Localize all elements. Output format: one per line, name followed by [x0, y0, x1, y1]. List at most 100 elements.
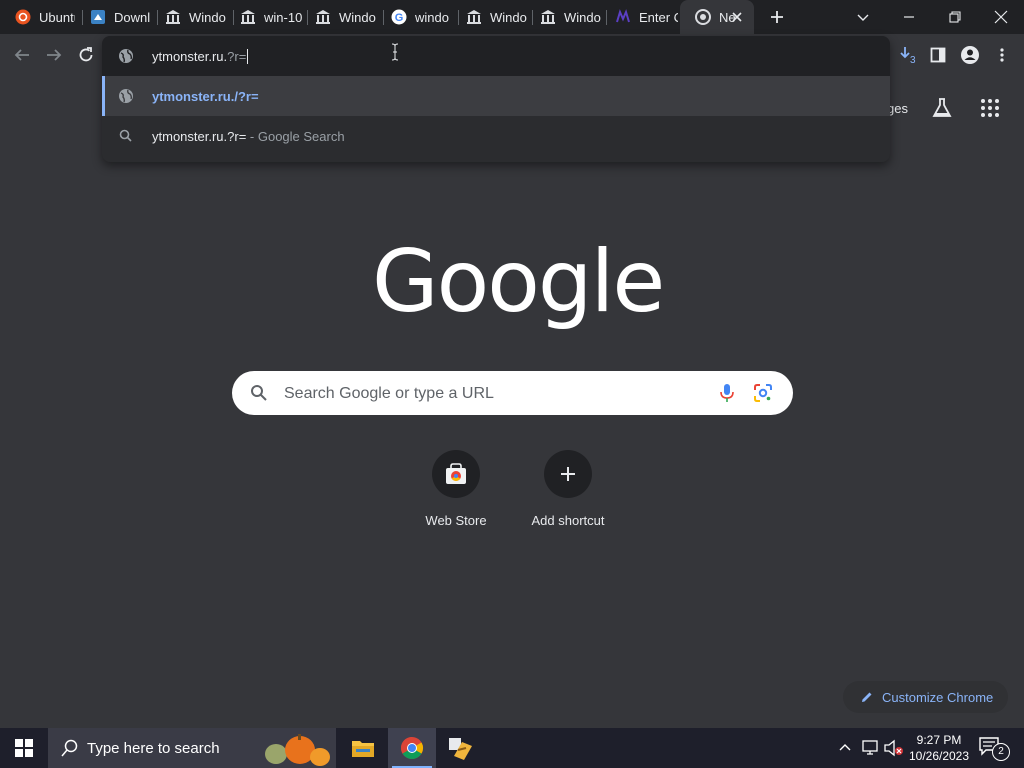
search-icon [119, 129, 132, 142]
text-caret [247, 48, 249, 64]
chrome-icon [695, 9, 711, 25]
download-page-icon [90, 9, 106, 25]
omnibox-suggestion-url[interactable]: ytmonster.ru./?r= [102, 76, 890, 116]
taskbar-app-3[interactable] [437, 728, 485, 768]
tab-title: Downl [114, 9, 151, 25]
ntp-search-box[interactable] [232, 371, 793, 415]
tab-ubuntu[interactable]: Ubuntu [0, 0, 75, 34]
minimize-button[interactable] [886, 0, 932, 34]
globe-icon [119, 89, 133, 103]
museum-icon [165, 9, 181, 25]
close-window-button[interactable] [978, 0, 1024, 34]
side-panel-icon [930, 47, 946, 63]
volume-button[interactable] [884, 739, 904, 757]
show-hidden-icons-button[interactable] [838, 740, 854, 756]
museum-icon [240, 9, 256, 25]
svg-text:G: G [395, 12, 404, 24]
suggestion-search-text: ytmonster.ru.?r= - Google Search [152, 129, 345, 144]
images-link[interactable]: ges [887, 101, 908, 116]
pencil-icon [862, 692, 872, 702]
volume-muted-icon [884, 739, 903, 757]
tab-windows-3[interactable]: Windo [451, 0, 529, 34]
omnibox-typed: ytmonster.ru. [152, 48, 228, 64]
web-store-icon [446, 463, 466, 484]
notification-center-button[interactable]: 2 [978, 736, 1010, 761]
tab-close-icon[interactable] [729, 9, 745, 25]
tab-title: Windo [490, 9, 527, 25]
tab-win10[interactable]: win-10 [225, 0, 303, 34]
profile-button[interactable] [954, 39, 986, 71]
microphone-icon[interactable] [718, 383, 736, 403]
search-query: ytmonster.ru.?r= [152, 128, 247, 144]
omnibox-input-row[interactable]: ytmonster.ru.?r= [102, 36, 890, 76]
lens-icon[interactable] [753, 383, 773, 403]
taskbar-file-explorer[interactable] [339, 728, 387, 768]
tab-title: Windo [339, 9, 376, 25]
tab-google-search[interactable]: G windo [376, 0, 454, 34]
taskbar: Type here to search 9:27 PM 10/26/2023 2 [0, 728, 1024, 768]
clock-time: 9:27 PM [916, 733, 962, 747]
tab-search-button[interactable] [840, 0, 886, 34]
ntp-search-input[interactable] [282, 381, 706, 407]
downloads-button[interactable]: 3 [892, 39, 924, 71]
suggestion-url-text: ytmonster.ru./?r= [152, 88, 259, 104]
ubuntu-icon [15, 9, 31, 25]
network-button[interactable] [862, 740, 880, 756]
labs-button[interactable] [928, 94, 956, 122]
omnibox-text[interactable]: ytmonster.ru.?r= [152, 48, 249, 64]
tab-enter[interactable]: Enter C [600, 0, 678, 34]
google-logo: Google [372, 232, 665, 332]
taskbar-search-box[interactable]: Type here to search [48, 728, 336, 768]
search-icon [61, 739, 78, 757]
chevron-up-icon [839, 744, 851, 751]
plus-icon [771, 11, 783, 23]
arrow-left-icon [14, 49, 29, 61]
minimize-icon [904, 16, 914, 18]
close-icon [994, 10, 1008, 24]
omnibox-suggestion-search[interactable]: ytmonster.ru.?r= - Google Search [102, 116, 890, 156]
tab-new-tab-active[interactable]: Ne [680, 0, 754, 34]
tab-strip: Ubuntu Downl Windo win-10 Windo G windo … [0, 0, 1024, 34]
omnibox-inline-autocomplete: ?r= [227, 48, 247, 64]
downloads-badge: 3 [910, 55, 916, 66]
shortcut-add[interactable]: Add shortcut [512, 448, 624, 538]
side-panel-button[interactable] [922, 39, 954, 71]
new-tab-button[interactable] [754, 0, 800, 34]
menu-button[interactable] [986, 39, 1018, 71]
start-button[interactable] [0, 728, 48, 768]
back-button[interactable] [6, 39, 38, 71]
globe-icon [119, 49, 133, 63]
shortcut-web-store[interactable]: Web Store [400, 448, 512, 538]
chrome-icon [401, 737, 423, 759]
tab-download[interactable]: Downl [75, 0, 153, 34]
purple-logo-icon [615, 9, 631, 25]
forward-button[interactable] [38, 39, 70, 71]
reload-button[interactable] [70, 39, 102, 71]
chevron-down-icon [857, 14, 869, 21]
tab-windows-2[interactable]: Windo [300, 0, 378, 34]
arrow-right-icon [47, 49, 62, 61]
tab-title: Windo [189, 9, 226, 25]
shortcut-label: Web Store [425, 513, 487, 528]
search-icon [251, 385, 267, 401]
taskbar-clock[interactable]: 9:27 PM 10/26/2023 [904, 732, 974, 764]
tab-windows-4[interactable]: Windo [525, 0, 603, 34]
google-icon: G [391, 9, 407, 25]
shortcut-tile [544, 450, 592, 498]
folder-icon [352, 741, 374, 757]
installer-icon [449, 738, 472, 760]
taskbar-chrome[interactable] [388, 728, 436, 768]
tab-title: win-10 [264, 9, 303, 25]
clock-date: 10/26/2023 [908, 749, 970, 763]
museum-icon [540, 9, 556, 25]
tab-title: windo [415, 9, 449, 25]
notification-count-badge: 2 [992, 743, 1010, 761]
tab-title: Enter C [639, 9, 678, 25]
tab-title: Ubuntu [39, 9, 75, 25]
restore-button[interactable] [932, 0, 978, 34]
customize-chrome-button[interactable]: Customize Chrome [843, 681, 1008, 713]
apps-button[interactable] [976, 94, 1004, 122]
shortcut-label: Add shortcut [531, 513, 605, 528]
tab-windows-1[interactable]: Windo [150, 0, 228, 34]
plus-icon [561, 467, 575, 481]
